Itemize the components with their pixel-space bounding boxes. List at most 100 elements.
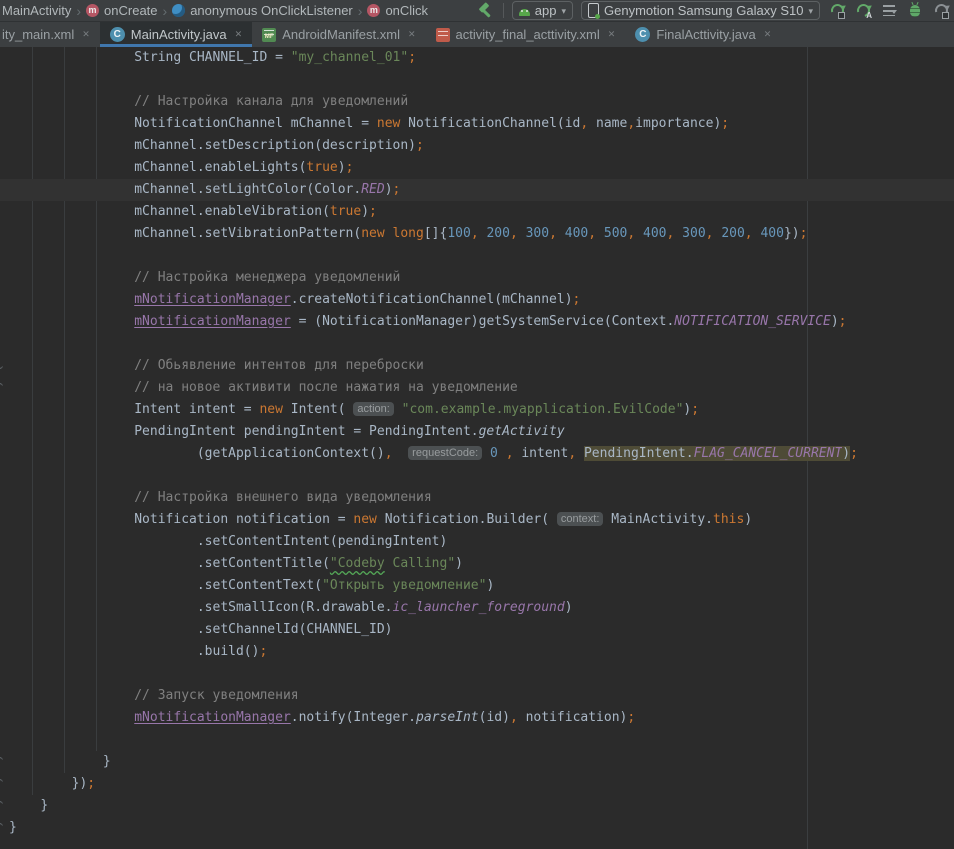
run-configuration-selector[interactable]: app ▾ [512,1,573,20]
code-segment: mChannel.setLightColor(Color. [134,182,361,197]
code-segment: true [330,204,361,219]
code-line[interactable]: .setSmallIcon(R.drawable.ic_launcher_for… [0,597,954,619]
tab-androidmanifest-xml[interactable]: MF AndroidManifest.xml ✕ [252,22,425,47]
breadcrumb-item-mainactivity[interactable]: MainActivity [2,3,71,18]
close-icon[interactable]: ✕ [235,29,243,40]
code-segment: .notify(Integer. [291,710,416,725]
code-line[interactable]: // Запуск уведомления [0,685,954,707]
fold-marker-icon[interactable]: ⌃ [0,799,6,813]
code-segment: PendingIntent. [584,446,694,461]
code-line[interactable]: .setChannelId(CHANNEL_ID) [0,619,954,641]
code-line[interactable]: mNotificationManager = (NotificationMana… [0,311,954,333]
code-line[interactable]: mChannel.enableVibration(true); [0,201,954,223]
fold-marker-icon[interactable]: ⌃ [0,755,6,769]
code-line[interactable]: // на новое активити после нажатия на ув… [0,377,954,399]
build-button[interactable] [477,2,495,20]
method-icon: m [86,4,99,17]
attach-debugger-button[interactable] [932,2,950,20]
tab-activity-main-xml[interactable]: ity_main.xml ✕ [0,22,100,47]
apply-code-changes-button[interactable]: A [854,2,872,20]
breadcrumb-separator-icon: › [358,4,363,18]
code-line[interactable] [0,69,954,91]
code-segment: ; [416,138,424,153]
code-line[interactable]: NotificationChannel mChannel = new Notif… [0,113,954,135]
tab-activity-final-acttivity-xml[interactable]: activity_final_acttivity.xml ✕ [426,22,626,47]
code-line[interactable]: .setContentIntent(pendingIntent) [0,531,954,553]
code-line[interactable]: Notification notification = new Notifica… [0,509,954,531]
code-line[interactable]: mChannel.setDescription(description); [0,135,954,157]
code-segment: RED [361,182,384,197]
code-line[interactable]: // Настройка менеджера уведомлений [0,267,954,289]
code-line[interactable] [0,245,954,267]
code-line[interactable]: // Настройка канала для уведомлений [0,91,954,113]
breadcrumb-item-oncreate[interactable]: m onCreate [86,3,157,18]
code-segment: 0 [490,446,498,461]
close-icon[interactable]: ✕ [408,29,416,40]
tab-finalacttivity-java[interactable]: C FinalActtivity.java ✕ [625,22,781,47]
breadcrumb-item-anonymous-onclicklistener[interactable]: anonymous OnClickListener [172,3,353,18]
toolbar-divider [503,3,504,18]
code-segment: 400 [760,226,783,241]
code-line[interactable]: .build(); [0,641,954,663]
fold-marker-icon[interactable]: ⌄ [0,359,6,373]
code-segment: mNotificationManager [134,314,291,329]
code-line[interactable] [0,729,954,751]
code-line[interactable]: .setContentText("Открыть уведомление") [0,575,954,597]
code-line[interactable]: } [0,795,954,817]
code-line[interactable]: mChannel.enableLights(true); [0,157,954,179]
fold-marker-icon[interactable]: ⌃ [0,821,6,835]
code-segment: MainActivity. [603,512,713,527]
build-hammer-icon [477,2,494,19]
code-segment: 100 [447,226,470,241]
code-segment: "Codeby [330,556,385,571]
code-segment: Calling" [385,556,455,571]
code-line[interactable]: mChannel.setVibrationPattern(new long[]{… [0,223,954,245]
close-icon[interactable]: ✕ [764,29,772,40]
code-segment: ) [831,314,839,329]
device-phone-icon [588,3,599,18]
code-segment: FLAG_CANCEL_CURRENT [694,446,843,461]
code-segment: , [471,226,479,241]
code-segment: ) [385,182,393,197]
code-line[interactable] [0,333,954,355]
code-area[interactable]: String CHANNEL_ID = "my_channel_01"; // … [0,47,954,839]
editor[interactable]: String CHANNEL_ID = "my_channel_01"; // … [0,47,954,849]
apply-changes-button[interactable] [828,2,846,20]
close-icon[interactable]: ✕ [82,29,90,40]
code-segment: ; [87,776,95,791]
debug-button[interactable] [906,2,924,20]
code-segment: notification) [518,710,628,725]
run-configuration-label: app [535,3,557,18]
device-selector[interactable]: Genymotion Samsung Galaxy S10 ▾ [581,1,820,20]
code-segment [394,402,402,417]
code-line[interactable]: // Настройка внешнего вида уведомления [0,487,954,509]
code-line[interactable]: // Обьявление интентов для переброски [0,355,954,377]
code-segment: // Запуск уведомления [134,688,298,703]
code-segment: mNotificationManager [134,710,291,725]
code-line[interactable]: (getApplicationContext(), requestCode: 0… [0,443,954,465]
profiler-button[interactable] [880,2,898,20]
tab-label: FinalActtivity.java [656,27,755,42]
code-line[interactable]: String CHANNEL_ID = "my_channel_01"; [0,47,954,69]
code-segment: ; [721,116,729,131]
code-line[interactable]: mNotificationManager.notify(Integer.pars… [0,707,954,729]
fold-marker-icon[interactable]: ⌃ [0,777,6,791]
code-line[interactable] [0,663,954,685]
code-line[interactable] [0,465,954,487]
breadcrumb-separator-icon: › [163,4,168,18]
fold-marker-icon[interactable]: ⌃ [0,381,6,395]
code-line[interactable]: mChannel.setLightColor(Color.RED); [0,179,954,201]
code-line[interactable]: .setContentTitle("Codeby Calling") [0,553,954,575]
code-line[interactable]: Intent intent = new Intent( action: "com… [0,399,954,421]
anonymous-class-icon [172,4,185,17]
close-icon[interactable]: ✕ [608,29,616,40]
code-line[interactable]: mNotificationManager.createNotificationC… [0,289,954,311]
code-segment: this [713,512,744,527]
tab-mainactivity-java[interactable]: C MainActivity.java ✕ [100,22,252,47]
code-line[interactable]: } [0,751,954,773]
code-line[interactable]: PendingIntent pendingIntent = PendingInt… [0,421,954,443]
code-line[interactable]: } [0,817,954,839]
android-studio-window: MainActivity › m onCreate › anonymous On… [0,0,954,849]
code-line[interactable]: }); [0,773,954,795]
breadcrumb-item-onclick[interactable]: m onClick [367,3,428,18]
